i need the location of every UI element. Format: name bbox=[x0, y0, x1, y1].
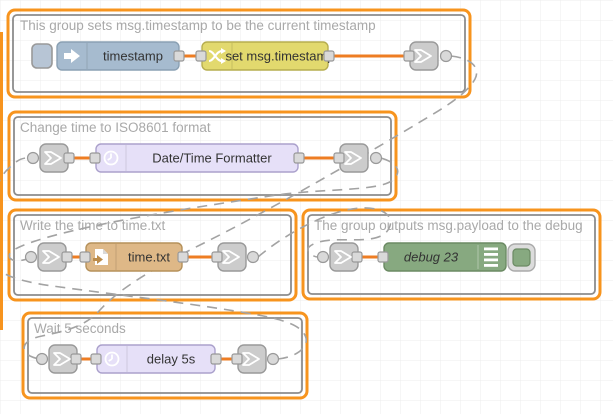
output-port[interactable] bbox=[71, 354, 81, 364]
input-port[interactable] bbox=[90, 153, 100, 163]
node-label: time.txt bbox=[128, 250, 170, 265]
node-label: set msg.timestamp bbox=[225, 49, 334, 64]
link-port[interactable] bbox=[37, 354, 48, 365]
debug-toggle-button[interactable] bbox=[508, 244, 535, 271]
input-port[interactable] bbox=[378, 252, 388, 262]
output-port[interactable] bbox=[174, 51, 184, 61]
flow-canvas[interactable]: This group sets msg.timestamp to be the … bbox=[0, 0, 613, 414]
node-datetime-formatter[interactable]: Date/Time Formatter bbox=[90, 144, 304, 172]
link-port[interactable] bbox=[441, 51, 452, 62]
group-title: This group sets msg.timestamp to be the … bbox=[20, 18, 376, 33]
group-title: Change time to ISO8601 format bbox=[20, 120, 211, 135]
node-label: debug 23 bbox=[404, 250, 459, 265]
node-change-set-timestamp[interactable]: set msg.timestamp bbox=[196, 42, 335, 70]
node-label: timestamp bbox=[103, 49, 163, 64]
group-title: Write the time to time.txt bbox=[20, 218, 166, 233]
input-port[interactable] bbox=[232, 354, 242, 364]
output-port[interactable] bbox=[62, 252, 72, 262]
inject-button[interactable] bbox=[32, 44, 52, 68]
input-port[interactable] bbox=[212, 252, 222, 262]
output-port[interactable] bbox=[324, 51, 334, 61]
node-file-write[interactable]: time.txt bbox=[80, 243, 188, 271]
group-title: Wait 5 seconds bbox=[34, 321, 126, 336]
link-port[interactable] bbox=[318, 252, 329, 263]
link-port[interactable] bbox=[248, 252, 259, 263]
node-label: delay 5s bbox=[147, 352, 196, 367]
input-port[interactable] bbox=[404, 51, 414, 61]
input-port[interactable] bbox=[196, 51, 206, 61]
node-delay[interactable]: delay 5s bbox=[91, 345, 221, 373]
offscreen-group-border bbox=[0, 32, 3, 330]
output-port[interactable] bbox=[352, 252, 362, 262]
output-port[interactable] bbox=[64, 153, 74, 163]
node-inject-timestamp[interactable]: timestamp bbox=[57, 42, 184, 70]
link-port[interactable] bbox=[268, 354, 279, 365]
input-port[interactable] bbox=[91, 354, 101, 364]
output-port[interactable] bbox=[211, 354, 221, 364]
node-label: Date/Time Formatter bbox=[152, 151, 272, 166]
group-title: The group outputs msg.payload to the deb… bbox=[314, 218, 583, 233]
node-debug[interactable]: debug 23 bbox=[378, 243, 506, 271]
output-port[interactable] bbox=[178, 252, 188, 262]
link-port[interactable] bbox=[26, 252, 37, 263]
link-port[interactable] bbox=[371, 153, 382, 164]
input-port[interactable] bbox=[80, 252, 90, 262]
input-port[interactable] bbox=[334, 153, 344, 163]
link-port[interactable] bbox=[28, 153, 39, 164]
output-port[interactable] bbox=[294, 153, 304, 163]
